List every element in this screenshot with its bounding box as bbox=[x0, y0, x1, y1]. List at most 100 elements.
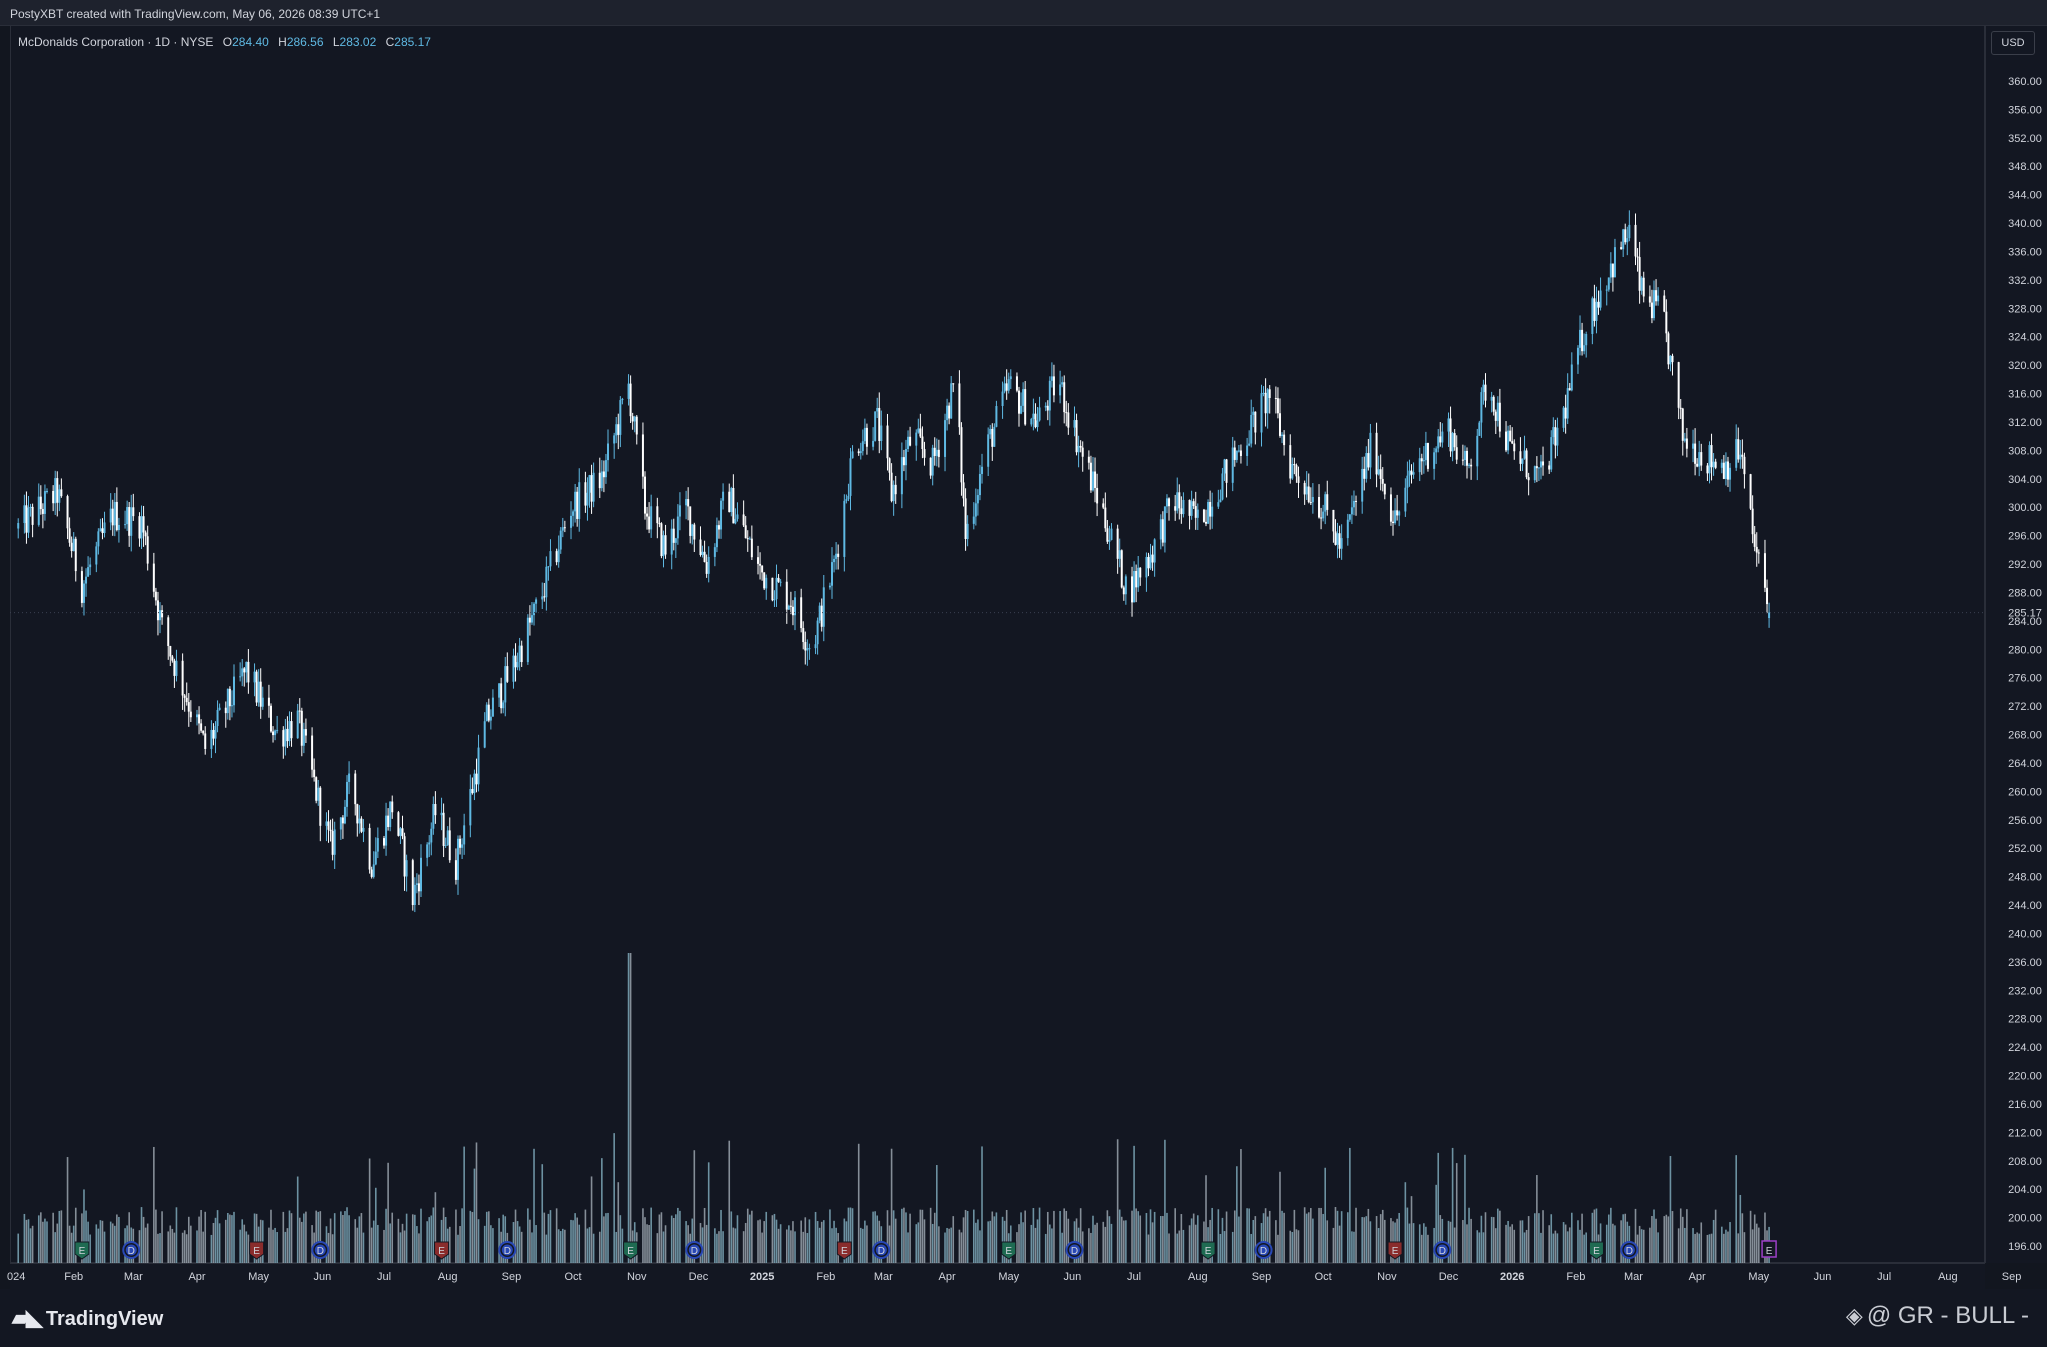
volume-bar bbox=[214, 1217, 217, 1263]
candle-body bbox=[1768, 612, 1771, 619]
price-tick-label: 300.00 bbox=[2008, 502, 2042, 514]
candle-body bbox=[664, 535, 667, 555]
candle-body bbox=[1135, 570, 1138, 588]
candle-body bbox=[1207, 502, 1210, 524]
price-tick-label: 264.00 bbox=[2008, 758, 2042, 770]
volume-bar bbox=[1612, 1223, 1614, 1263]
candle-body bbox=[1081, 447, 1084, 457]
candle-body bbox=[72, 538, 75, 552]
volume-bar bbox=[1383, 1219, 1386, 1263]
volume-bar bbox=[561, 1228, 564, 1263]
candle-body bbox=[459, 838, 462, 848]
volume-bar bbox=[1507, 1220, 1509, 1263]
candle-body bbox=[138, 516, 141, 539]
candle-body bbox=[732, 487, 735, 524]
currency-button[interactable]: USD bbox=[1991, 31, 2035, 55]
volume-bar bbox=[377, 1224, 379, 1263]
candle-body bbox=[1562, 407, 1565, 428]
volume-bar bbox=[1706, 1234, 1709, 1263]
candle-body bbox=[1223, 459, 1226, 474]
candle-body bbox=[1089, 462, 1092, 491]
event-marker-label: D bbox=[317, 1246, 324, 1257]
volume-bar bbox=[578, 1224, 581, 1263]
volume-bar bbox=[1188, 1225, 1191, 1263]
candle-body bbox=[981, 466, 984, 474]
candle-body bbox=[972, 516, 975, 524]
candle-body bbox=[1579, 329, 1582, 348]
volume-bar bbox=[72, 1225, 75, 1263]
volume-bar bbox=[1106, 1210, 1109, 1263]
candle-body bbox=[1231, 447, 1234, 483]
candle-body bbox=[60, 489, 63, 497]
candle-body bbox=[1309, 502, 1312, 504]
volume-bar bbox=[1297, 1230, 1300, 1263]
volume-bar bbox=[1293, 1209, 1296, 1263]
candle-body bbox=[528, 617, 531, 623]
candle-body bbox=[1030, 418, 1033, 425]
candle-body bbox=[1710, 445, 1713, 468]
volume-bar bbox=[1307, 1212, 1310, 1263]
event-marker-label: E bbox=[1392, 1246, 1399, 1257]
candle-body bbox=[851, 451, 854, 459]
volume-bar bbox=[1700, 1222, 1703, 1263]
candle-body bbox=[1178, 492, 1181, 509]
open-key: O bbox=[222, 35, 233, 49]
volume-bar bbox=[1753, 1214, 1756, 1263]
volume-bar bbox=[1120, 1216, 1123, 1263]
candle-body bbox=[1394, 510, 1397, 523]
volume-bar bbox=[1377, 1228, 1380, 1263]
volume-bar bbox=[1217, 1209, 1220, 1263]
volume-bar bbox=[31, 1225, 34, 1263]
candle-body bbox=[444, 844, 447, 846]
volume-bar bbox=[420, 1208, 422, 1263]
candle-body bbox=[1420, 458, 1423, 462]
candle-body bbox=[113, 501, 116, 526]
candle-body bbox=[845, 499, 848, 501]
volume-bar bbox=[492, 1228, 494, 1263]
candle-body bbox=[600, 471, 603, 489]
candle-body bbox=[989, 428, 992, 435]
candle-body bbox=[1447, 418, 1450, 432]
candle-body bbox=[1455, 447, 1458, 460]
volume-bar bbox=[1714, 1209, 1717, 1263]
volume-bar bbox=[1607, 1214, 1610, 1263]
candle-body bbox=[156, 600, 159, 621]
volume-bar bbox=[1059, 1211, 1061, 1263]
candle-body bbox=[1102, 503, 1105, 508]
volume-bar bbox=[56, 1223, 59, 1263]
price-tick-label: 340.00 bbox=[2008, 218, 2042, 230]
volume-bar bbox=[818, 1227, 821, 1263]
volume-bar bbox=[909, 1213, 911, 1263]
volume-bar bbox=[200, 1209, 202, 1263]
candle-body bbox=[1613, 247, 1616, 278]
candle-body bbox=[1726, 461, 1729, 480]
candle-body bbox=[1221, 473, 1224, 500]
time-tick-label: Jul bbox=[1877, 1271, 1891, 1283]
candle-body bbox=[915, 432, 918, 446]
symbol-legend[interactable]: McDonalds Corporation · 1D · NYSE O284.4… bbox=[18, 35, 431, 49]
symbol-title[interactable]: McDonalds Corporation · 1D · NYSE bbox=[18, 35, 213, 49]
candle-body bbox=[615, 424, 618, 436]
time-tick-label: Jul bbox=[1127, 1271, 1141, 1283]
volume-bar bbox=[1410, 1196, 1413, 1263]
candle-body bbox=[648, 516, 651, 530]
volume-bar bbox=[804, 1217, 807, 1263]
volume-bar bbox=[1231, 1231, 1234, 1263]
volume-bar bbox=[1110, 1223, 1113, 1263]
candle-body bbox=[272, 731, 275, 736]
tradingview-logo[interactable]: ▰◣ TradingView bbox=[12, 1305, 163, 1331]
price-tick-label: 236.00 bbox=[2008, 957, 2042, 969]
volume-bar bbox=[1379, 1214, 1382, 1263]
volume-bar bbox=[1032, 1208, 1035, 1263]
volume-bar bbox=[1223, 1231, 1226, 1263]
volume-bar bbox=[360, 1213, 363, 1263]
candle-body bbox=[1685, 438, 1688, 449]
candle-body bbox=[1131, 576, 1134, 603]
candle-body bbox=[1766, 587, 1769, 605]
candle-body bbox=[284, 728, 287, 747]
candle-body bbox=[736, 514, 739, 519]
volume-bar bbox=[1681, 1216, 1684, 1263]
candle-body bbox=[142, 516, 145, 533]
volume-bar bbox=[1024, 1210, 1026, 1263]
candle-body bbox=[859, 451, 862, 454]
